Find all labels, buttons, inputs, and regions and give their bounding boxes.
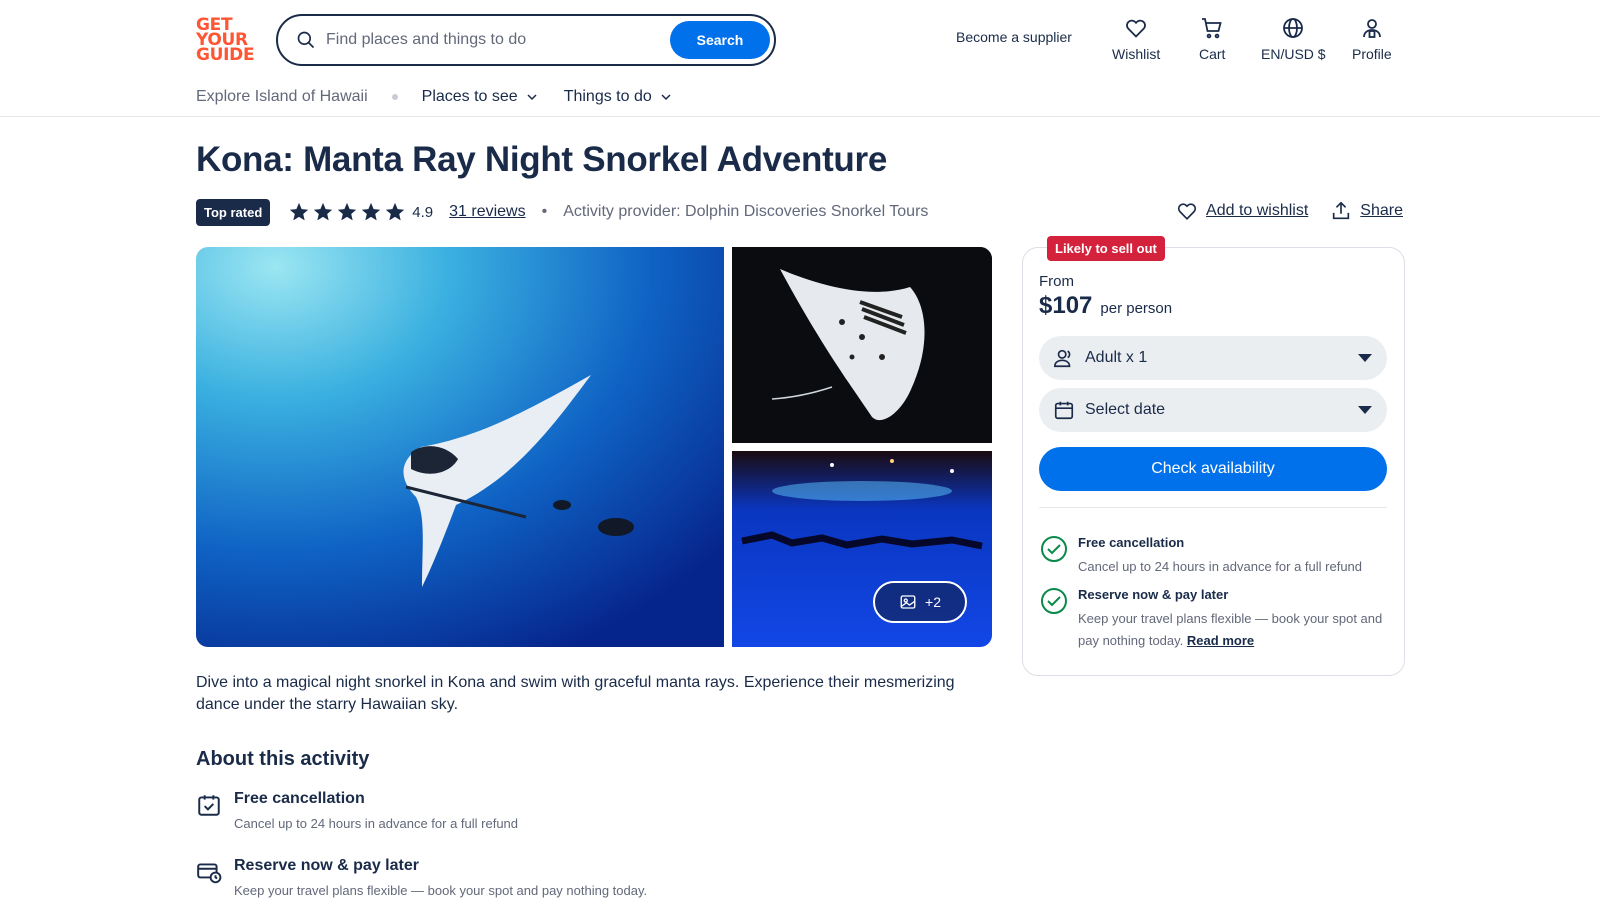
wishlist-nav[interactable]: Wishlist [1112, 16, 1160, 62]
perk-detail: Keep your travel plans flexible — book y… [1078, 608, 1388, 652]
top-rated-badge: Top rated [196, 198, 271, 226]
wishlist-label: Wishlist [1112, 46, 1161, 62]
search-button[interactable]: Search [670, 21, 770, 59]
rating-value: 4.9 [412, 203, 434, 221]
price-per-person: per person [1100, 300, 1173, 317]
add-to-wishlist-label: Add to wishlist [1206, 202, 1309, 219]
participants-select[interactable]: Adult x 1 [1039, 336, 1387, 380]
heart-icon [1126, 19, 1146, 38]
star-icon [386, 202, 405, 221]
about-item-title: Reserve now & pay later [234, 857, 419, 874]
places-to-see-label: Places to see [421, 88, 518, 105]
globe-icon [1283, 18, 1304, 38]
check-circle-icon [1041, 588, 1067, 614]
date-value: Select date [1085, 401, 1166, 418]
things-to-do-label: Things to do [563, 88, 652, 105]
price-from-label: From [1039, 273, 1074, 290]
perk-title: Reserve now & pay later [1078, 587, 1229, 602]
sub-navigation: Explore Island of Hawaii Places to see T… [196, 88, 698, 106]
activity-provider: Activity provider: Dolphin Discoveries S… [563, 203, 929, 220]
more-photos-count: +2 [925, 594, 941, 610]
star-icon [338, 202, 357, 221]
places-to-see-dropdown[interactable]: Places to see [422, 88, 538, 106]
perk-detail: Cancel up to 24 hours in advance for a f… [1078, 559, 1363, 574]
about-item-free-cancellation: Free cancellation Cancel up to 24 hours … [196, 790, 518, 831]
card-divider [1039, 507, 1387, 508]
cart-label: Cart [1199, 46, 1226, 62]
price-block: $107 per person [1039, 292, 1172, 320]
profile-label: Profile [1352, 46, 1392, 62]
check-availability-button[interactable]: Check availability [1039, 447, 1387, 491]
calendar-check-icon [198, 795, 220, 816]
become-supplier-link[interactable]: Become a supplier [956, 29, 1072, 45]
participants-icon [1054, 349, 1071, 368]
about-heading: About this activity [196, 748, 370, 770]
nav-dot-separator [391, 94, 398, 100]
things-to-do-dropdown[interactable]: Things to do [564, 88, 672, 106]
calendar-icon [1054, 401, 1074, 420]
heart-icon [1177, 203, 1197, 220]
read-more-link[interactable]: Read more [1187, 633, 1254, 648]
manta-ray-night-image [732, 247, 992, 443]
about-item-reserve-now: Reserve now & pay later Keep your travel… [196, 857, 647, 898]
main-photo-manta-ray[interactable] [196, 247, 724, 647]
profile-nav[interactable]: Profile [1352, 16, 1392, 62]
logo-line-3: GUIDE [196, 45, 255, 65]
caret-down-icon [1358, 406, 1372, 414]
date-select[interactable]: Select date [1039, 388, 1387, 432]
card-clock-icon [197, 863, 222, 884]
getyourguide-logo[interactable]: GET YOUR GUIDE [196, 17, 256, 65]
star-icon [362, 202, 381, 221]
about-item-detail: Cancel up to 24 hours in advance for a f… [234, 816, 519, 831]
more-photos-button[interactable]: +2 [873, 581, 967, 623]
chevron-down-icon [527, 94, 537, 101]
price-amount: $107 [1039, 292, 1093, 319]
search-bar: Search [276, 14, 776, 66]
photo-manta-ray-closeup[interactable] [732, 247, 992, 443]
top-header: GET YOUR GUIDE Search Become a supplier … [0, 0, 1600, 117]
activity-description: Dive into a magical night snorkel in Kon… [196, 674, 955, 713]
chevron-down-icon [661, 94, 671, 101]
share-icon [1333, 201, 1350, 220]
search-icon [297, 31, 315, 49]
perk-reserve-now: Reserve now & pay later Keep your travel… [1040, 587, 1388, 652]
share-button[interactable]: Share [1330, 200, 1403, 222]
caret-down-icon [1358, 354, 1372, 362]
add-to-wishlist-button[interactable]: Add to wishlist [1176, 200, 1308, 222]
manta-ray-underwater-image [196, 247, 724, 647]
cart-icon [1202, 18, 1222, 39]
reviews-link[interactable]: 31 reviews [449, 203, 525, 221]
locale-label: EN/USD $ [1261, 46, 1326, 62]
activity-title: Kona: Manta Ray Night Snorkel Adventure [196, 140, 887, 179]
star-icon [290, 202, 309, 221]
profile-icon [1362, 19, 1381, 38]
locale-nav[interactable]: EN/USD $ [1261, 16, 1326, 62]
meta-separator: • [541, 203, 548, 220]
perk-free-cancellation: Free cancellation Cancel up to 24 hours … [1040, 535, 1388, 578]
cart-nav[interactable]: Cart [1199, 16, 1225, 62]
image-icon [900, 595, 916, 609]
activity-meta: Top rated 4.9 31 reviews • Activity prov… [196, 198, 928, 226]
star-rating [288, 201, 408, 223]
perk-title: Free cancellation [1078, 535, 1185, 550]
explore-link[interactable]: Explore Island of Hawaii [196, 88, 368, 106]
share-label: Share [1360, 202, 1403, 219]
star-icon [314, 202, 333, 221]
check-circle-icon [1041, 536, 1067, 562]
about-item-detail: Keep your travel plans flexible — book y… [234, 883, 648, 898]
title-actions: Add to wishlist Share [1154, 200, 1403, 222]
likely-to-sell-out-badge: Likely to sell out [1047, 236, 1165, 261]
about-item-title: Free cancellation [234, 790, 365, 807]
participants-value: Adult x 1 [1085, 349, 1148, 366]
